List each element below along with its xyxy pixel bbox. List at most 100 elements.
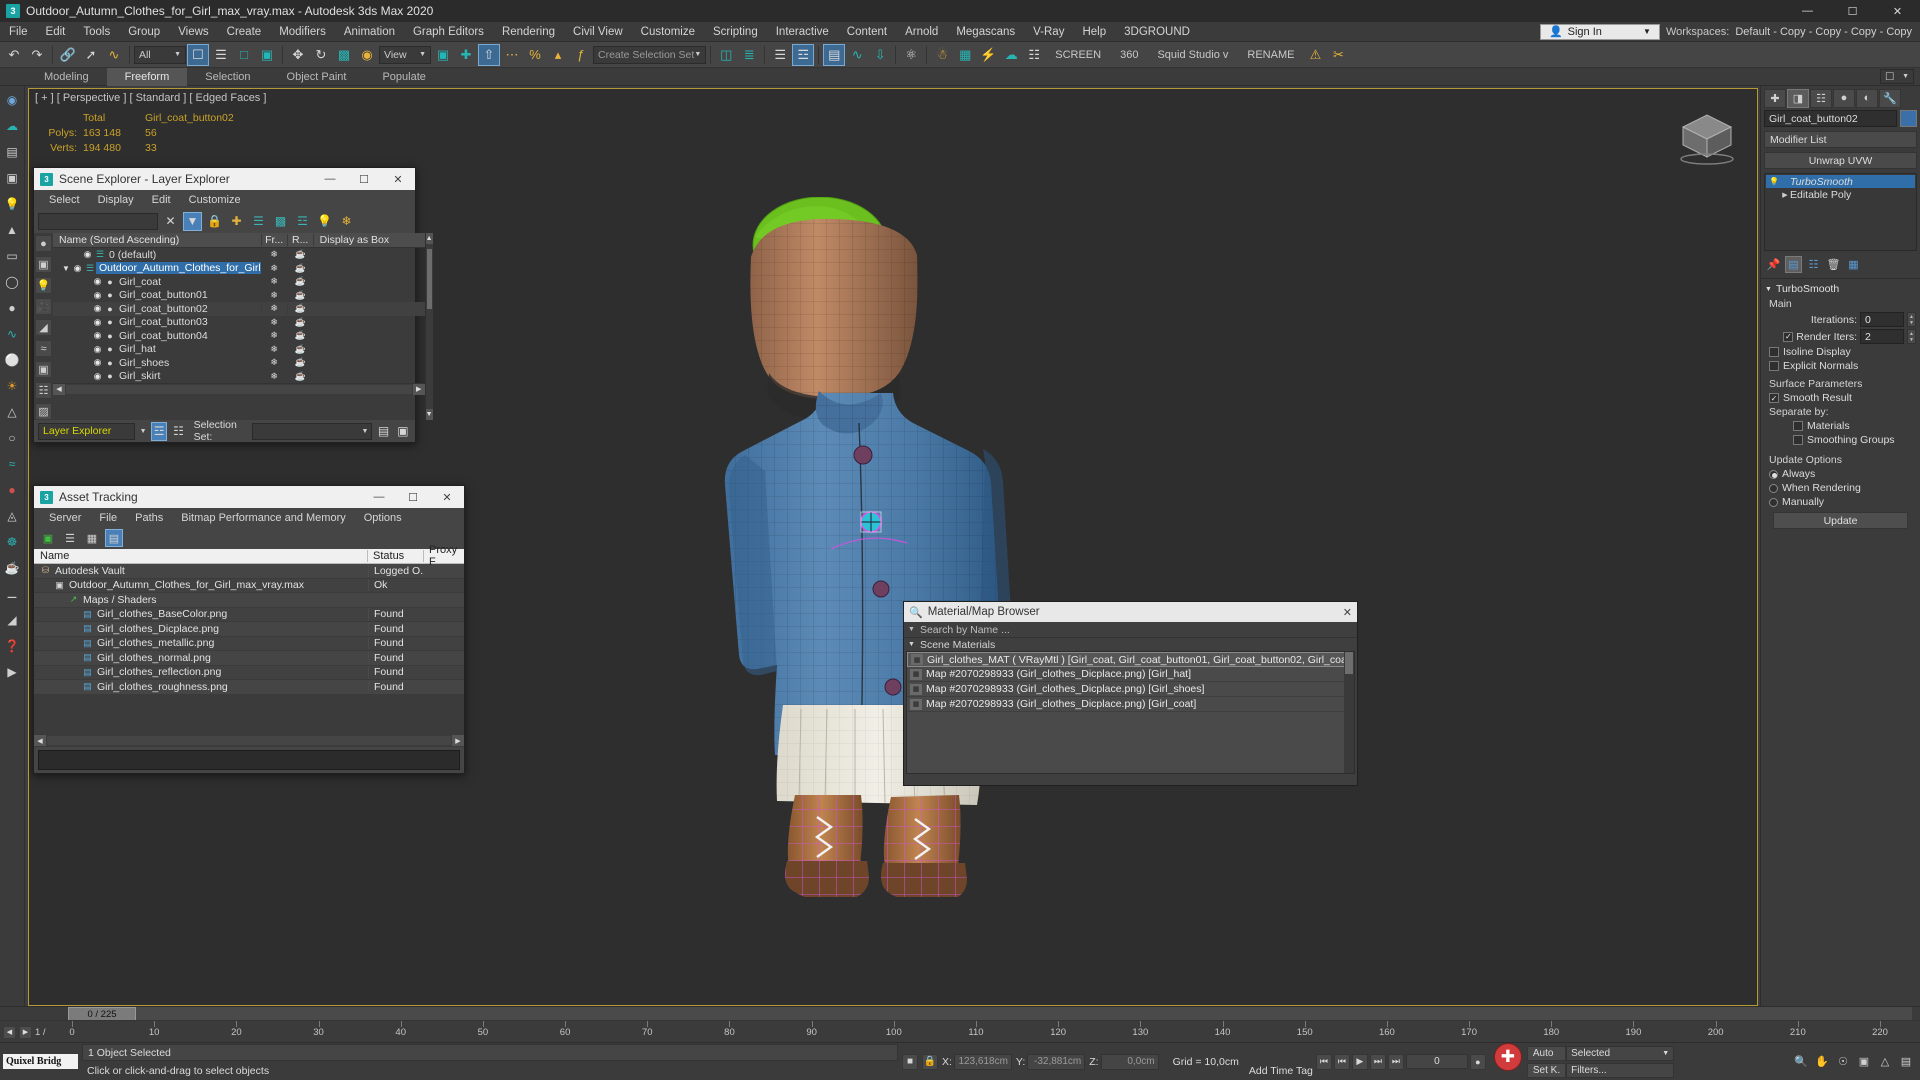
create-selection-set-combo[interactable]: Create Selection Set ▼ bbox=[593, 45, 707, 64]
menu-content[interactable]: Content bbox=[838, 22, 896, 42]
render-iters-checkbox[interactable]: ✓ bbox=[1783, 331, 1794, 342]
when-rendering-radio[interactable] bbox=[1769, 483, 1778, 493]
refresh-icon[interactable]: ▣ bbox=[39, 529, 57, 547]
row-name[interactable]: Girl_coat_button02 bbox=[116, 303, 261, 315]
render-icon[interactable]: ☕ bbox=[286, 330, 313, 342]
grid-icon[interactable]: ▤ bbox=[3, 142, 22, 161]
pin-stack-icon[interactable]: 📌 bbox=[1765, 256, 1782, 273]
eye-icon[interactable]: ◉ bbox=[71, 263, 84, 274]
use-pivot-point-center-icon[interactable]: ▣ bbox=[432, 44, 454, 66]
select-by-name-icon[interactable]: ☰ bbox=[210, 44, 232, 66]
time-slider-bar[interactable]: 0 / 225 bbox=[0, 1006, 1920, 1021]
lightbulb-icon[interactable]: 💡 bbox=[1768, 177, 1780, 186]
menu-vray[interactable]: V-Ray bbox=[1024, 22, 1073, 42]
freeze-icon[interactable]: ❄ bbox=[260, 262, 287, 274]
table-row[interactable]: ▼ ◉ ☰ Outdoor_Autumn_Clothes_for_Girl ❄ ☕ bbox=[53, 262, 425, 276]
manually-radio[interactable] bbox=[1769, 497, 1778, 507]
asset-tracking-hscrollbar[interactable]: ◀ ▶ bbox=[34, 734, 464, 747]
table-row[interactable]: ▤ Girl_clothes_Dicplace.png Found bbox=[34, 622, 464, 637]
filter-space-warps-icon[interactable]: ≈ bbox=[35, 340, 52, 357]
scroll-left-icon[interactable]: ◀ bbox=[34, 735, 46, 746]
render-setup-icon[interactable]: ☃ bbox=[931, 44, 953, 66]
add-time-tag-button[interactable]: Add Time Tag bbox=[1249, 1065, 1313, 1077]
update-button[interactable]: Update bbox=[1773, 512, 1908, 529]
select-object-icon[interactable]: ☐ bbox=[187, 43, 209, 66]
at-menu-options[interactable]: Options bbox=[355, 512, 411, 524]
sign-in-button[interactable]: 👤 Sign In ▼ bbox=[1539, 23, 1660, 40]
trackbar-mode-label[interactable]: 1 / bbox=[35, 1027, 46, 1038]
layer-stack-icon[interactable]: ☲ bbox=[293, 212, 312, 231]
row-name[interactable]: Girl_hat bbox=[116, 343, 261, 355]
table-row[interactable]: ◉ ● Girl_hat ❄ ☕ bbox=[53, 343, 425, 357]
at-menu-paths[interactable]: Paths bbox=[126, 512, 172, 524]
menu-views[interactable]: Views bbox=[169, 22, 217, 42]
unlink-selection-icon[interactable]: ➚ bbox=[80, 44, 102, 66]
cone-icon[interactable]: ▲ bbox=[3, 220, 22, 239]
zoom-icon[interactable]: 🔍 bbox=[1792, 1053, 1810, 1071]
menu-3dground[interactable]: 3DGROUND bbox=[1115, 22, 1199, 42]
manually-row[interactable]: Manually bbox=[1761, 495, 1920, 509]
scene-explorer-close-button[interactable]: ✕ bbox=[381, 168, 415, 190]
eye-icon[interactable]: ◉ bbox=[81, 249, 94, 260]
asset-tracking-path-input[interactable] bbox=[38, 749, 460, 770]
column-name[interactable]: Name (Sorted Ascending) bbox=[53, 234, 261, 246]
x-value[interactable]: 123,618cm bbox=[953, 1053, 1012, 1070]
render-icon[interactable]: ☕ bbox=[286, 303, 313, 315]
asset-tracking-close-button[interactable]: ✕ bbox=[430, 486, 464, 508]
column-render[interactable]: R... bbox=[286, 234, 313, 246]
capsule-icon[interactable]: ⚊ bbox=[3, 584, 22, 603]
help-icon[interactable]: ❓ bbox=[3, 636, 22, 655]
table-row[interactable]: ▤ Girl_clothes_normal.png Found bbox=[34, 651, 464, 666]
unwrap-uvw-button[interactable]: Unwrap UVW bbox=[1764, 152, 1917, 169]
studio-label[interactable]: Squid Studio v bbox=[1148, 49, 1237, 61]
table-row[interactable]: ◉ ☰ 0 (default) ❄ ☕ bbox=[53, 248, 425, 262]
scroll-right-icon[interactable]: ▶ bbox=[412, 383, 425, 395]
lock-icon[interactable]: 🔒 bbox=[922, 1053, 938, 1070]
table-row[interactable]: ◉ ● Girl_coat_button04 ❄ ☕ bbox=[53, 329, 425, 343]
filter-lights-icon[interactable]: 💡 bbox=[35, 277, 52, 294]
table-row[interactable]: ◉ ● Girl_coat_button01 ❄ ☕ bbox=[53, 289, 425, 303]
table-row[interactable]: ◉ ● Girl_skirt ❄ ☕ bbox=[53, 370, 425, 384]
menu-create[interactable]: Create bbox=[218, 22, 271, 42]
freeze-icon[interactable]: ❄ bbox=[260, 343, 287, 355]
asset-tracking-minimize-button[interactable]: — bbox=[362, 486, 396, 508]
bulb-icon[interactable]: 💡 bbox=[315, 212, 334, 231]
redo-icon[interactable]: ↷ bbox=[26, 44, 48, 66]
tab-modify[interactable]: ◨ bbox=[1787, 88, 1809, 108]
close-button[interactable]: ✕ bbox=[1875, 0, 1920, 22]
scroll-up-icon[interactable]: ▲ bbox=[425, 233, 433, 244]
cylinder-icon[interactable]: ◯ bbox=[3, 272, 22, 291]
light-icon[interactable]: 💡 bbox=[3, 194, 22, 213]
selection-lock-icon[interactable]: ■ bbox=[902, 1053, 918, 1070]
asset-name-cell[interactable]: ▤ Girl_clothes_metallic.png bbox=[34, 637, 368, 649]
asset-tracking-dialog[interactable]: 3 Asset Tracking — ☐ ✕ Server File Paths… bbox=[33, 485, 465, 774]
asset-name-cell[interactable]: ⛁ Autodesk Vault bbox=[34, 565, 368, 577]
scene-explorer-vscrollbar[interactable]: ▲ ▼ bbox=[424, 233, 433, 420]
hscroll-track[interactable] bbox=[66, 384, 412, 394]
asset-name-cell[interactable]: ▤ Girl_clothes_normal.png bbox=[34, 652, 368, 664]
add-selection-set-icon[interactable]: ▤ bbox=[375, 422, 391, 441]
row-name[interactable]: Girl_shoes bbox=[116, 357, 261, 369]
chevron-down-icon[interactable]: ▼ bbox=[138, 423, 147, 440]
object-color-swatch[interactable] bbox=[1900, 110, 1917, 127]
plane-icon[interactable]: ▭ bbox=[3, 246, 22, 265]
vscroll-thumb[interactable] bbox=[1345, 652, 1353, 674]
eye-icon[interactable]: ◉ bbox=[91, 371, 104, 382]
play-animation-icon[interactable]: ▶ bbox=[1351, 1053, 1368, 1070]
configure-sets-icon[interactable]: ▦ bbox=[1845, 256, 1862, 273]
list-item[interactable]: ▦ Map #2070298933 (Girl_clothes_Dicplace.… bbox=[907, 682, 1354, 697]
hierarchy-mode-icon[interactable]: ☷ bbox=[170, 422, 186, 441]
auto-key-button[interactable]: Auto bbox=[1526, 1045, 1567, 1061]
eye-icon[interactable]: ◉ bbox=[91, 303, 104, 314]
tab-object-paint[interactable]: Object Paint bbox=[269, 68, 365, 86]
freeze-icon[interactable]: ❄ bbox=[260, 316, 287, 328]
modifier-list-dropdown[interactable]: Modifier List bbox=[1764, 131, 1917, 148]
maximize-viewport-icon[interactable]: ▤ bbox=[1897, 1053, 1915, 1071]
eye-icon[interactable]: ◉ bbox=[91, 276, 104, 287]
explicit-normals-checkbox[interactable] bbox=[1769, 361, 1779, 371]
freeze-icon[interactable]: ❄ bbox=[260, 249, 287, 261]
iterations-value[interactable]: 0 bbox=[1860, 312, 1904, 327]
at-menu-bitmap-performance[interactable]: Bitmap Performance and Memory bbox=[172, 512, 354, 524]
make-unique-icon[interactable]: ☷ bbox=[1805, 256, 1822, 273]
layer-mode-icon[interactable]: ☲ bbox=[150, 421, 168, 441]
